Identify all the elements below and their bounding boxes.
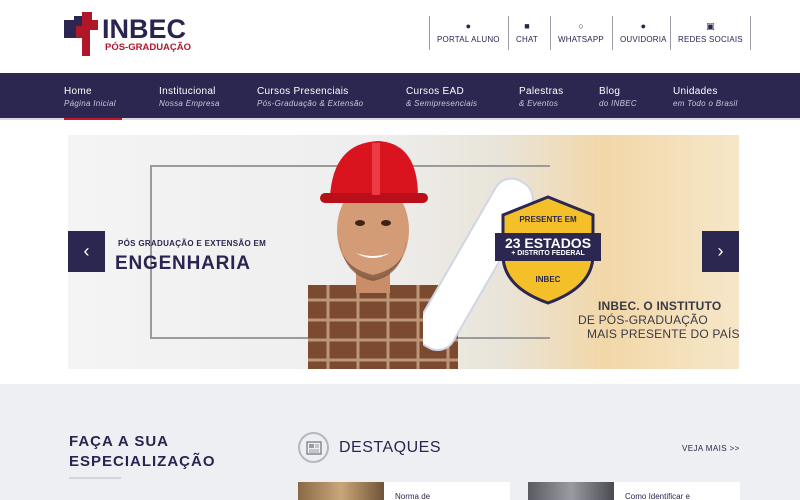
nav-item-title: Cursos EAD	[406, 86, 465, 97]
destaque-card[interactable]: Norma de	[298, 482, 510, 500]
slider-prev-button[interactable]: ‹	[68, 231, 105, 272]
nav-item-home[interactable]: Home Página Inicial	[64, 85, 122, 120]
destaque-title: Norma de	[395, 492, 431, 500]
brand-tagline: PÓS-GRADUAÇÃO	[105, 42, 192, 53]
veja-mais-link[interactable]: VEJA MAIS >>	[682, 444, 740, 453]
presence-badge: PRESENTE EM 23 ESTADOS + DISTRITO FEDERA…	[493, 195, 603, 305]
nav-item-palestras[interactable]: Palestras & Eventos	[519, 85, 563, 109]
hero-title: ENGENHARIA	[115, 253, 251, 274]
nav-item-subtitle: Nossa Empresa	[159, 99, 220, 108]
nav-item-cursos-presenciais[interactable]: Cursos Presenciais Pós-Graduação & Exten…	[257, 85, 363, 109]
share-icon: ▣	[706, 21, 715, 31]
badge-brand-text: INBEC	[535, 275, 561, 284]
nav-item-title: Blog	[599, 86, 621, 97]
nav-item-title: Cursos Presenciais	[257, 86, 349, 97]
nav-item-subtitle: Pós-Graduação & Extensão	[257, 99, 364, 108]
top-header: INBEC PÓS-GRADUAÇÃO ● PORTAL ALUNO ■ CHA…	[0, 0, 800, 73]
newspaper-icon	[298, 432, 329, 463]
nav-item-subtitle: & Semipresenciais	[406, 99, 478, 108]
specialization-heading-line1: FAÇA A SUA	[69, 433, 169, 450]
nav-item-title: Palestras	[519, 86, 564, 97]
nav-item-subtitle: do INBEC	[599, 99, 637, 108]
main-navigation: Home Página Inicial Institucional Nossa …	[0, 73, 800, 120]
destaque-card[interactable]: Como Identificar e	[528, 482, 740, 500]
hero-tagline-line1: INBEC. O INSTITUTO	[598, 299, 722, 313]
hero-tagline-line2: DE PÓS-GRADUAÇÃO	[578, 313, 708, 327]
nav-item-blog[interactable]: Blog do INBEC	[599, 85, 637, 109]
nav-item-title: Unidades	[673, 86, 718, 97]
nav-item-subtitle: & Eventos	[519, 99, 559, 108]
quick-link-label: PORTAL ALUNO	[437, 35, 500, 44]
chevron-right-icon: ›	[717, 241, 724, 261]
quick-link-redes-sociais[interactable]: ▣ REDES SOCIAIS	[670, 16, 751, 50]
logo-mark-icon	[64, 12, 98, 56]
hero-kicker: PÓS GRADUAÇÃO E EXTENSÃO EM	[118, 239, 267, 248]
destaque-title: Como Identificar e	[625, 492, 690, 500]
hero-tagline-line3: MAIS PRESENTE DO PAÍS.	[587, 327, 739, 341]
inbec-logo[interactable]: INBEC PÓS-GRADUAÇÃO	[62, 12, 192, 56]
quick-link-whatsapp[interactable]: ○ WHATSAPP	[550, 16, 611, 50]
hero-slider[interactable]: PÓS GRADUAÇÃO E EXTENSÃO EM ENGENHARIA P…	[68, 135, 739, 369]
nav-item-institucional[interactable]: Institucional Nossa Empresa	[159, 85, 220, 109]
quick-link-label: WHATSAPP	[558, 35, 604, 44]
quick-link-ouvidoria[interactable]: ● OUVIDORIA	[612, 16, 674, 50]
nav-item-title: Institucional	[159, 86, 216, 97]
nav-item-unidades[interactable]: Unidades em Todo o Brasil	[673, 85, 738, 109]
quick-link-chat[interactable]: ■ CHAT	[508, 16, 545, 50]
badge-sub-text: + DISTRITO FEDERAL	[511, 250, 585, 257]
nav-item-cursos-ead[interactable]: Cursos EAD & Semipresenciais	[406, 85, 477, 109]
brand-name: INBEC	[102, 14, 187, 44]
specialization-divider	[69, 477, 121, 479]
slider-next-button[interactable]: ›	[702, 231, 739, 272]
destaque-thumbnail	[528, 482, 614, 500]
quick-link-label: CHAT	[516, 35, 538, 44]
chat-icon: ■	[524, 21, 530, 31]
quick-link-label: REDES SOCIAIS	[678, 35, 743, 44]
specialization-heading: FAÇA A SUA ESPECIALIZAÇÃO	[69, 432, 216, 472]
badge-main-text: 23 ESTADOS	[504, 235, 592, 251]
nav-item-subtitle: em Todo o Brasil	[673, 99, 738, 108]
whatsapp-icon: ○	[578, 21, 584, 31]
nav-item-subtitle: Página Inicial	[64, 99, 116, 108]
quick-link-portal-aluno[interactable]: ● PORTAL ALUNO	[429, 16, 507, 50]
user-icon: ●	[465, 21, 472, 31]
quick-link-label: OUVIDORIA	[620, 35, 667, 44]
nav-item-title: Home	[64, 86, 92, 97]
destaques-heading: DESTAQUES	[339, 439, 441, 456]
chevron-left-icon: ‹	[83, 241, 90, 261]
specialization-heading-line2: ESPECIALIZAÇÃO	[69, 453, 216, 470]
globe-icon: ●	[640, 21, 647, 31]
badge-top-text: PRESENTE EM	[519, 215, 577, 224]
destaque-thumbnail	[298, 482, 384, 500]
